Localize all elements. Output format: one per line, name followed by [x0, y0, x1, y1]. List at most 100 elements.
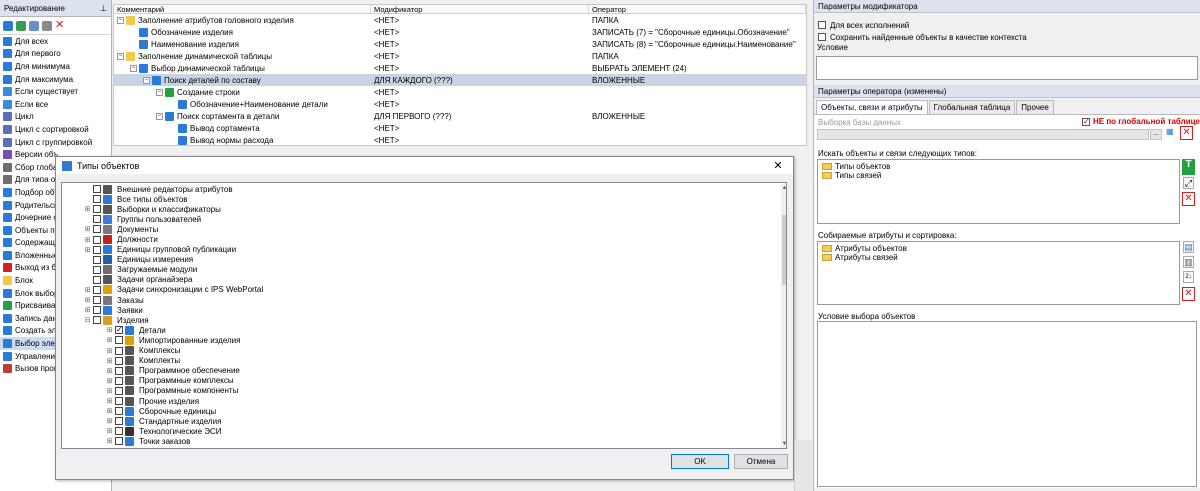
sort-attr-button[interactable]: 2↓: [1183, 271, 1194, 283]
tree-item-checkbox[interactable]: [93, 255, 101, 264]
remove-attr-button[interactable]: ✕: [1182, 287, 1195, 301]
palette-item[interactable]: Цикл с сортировкой: [0, 123, 111, 136]
tree-item-checkbox[interactable]: [115, 427, 123, 436]
save-found-checkbox-row[interactable]: Сохранить найденные объекты в качестве к…: [814, 31, 1200, 43]
expand-icon[interactable]: ⊞: [106, 336, 113, 344]
cell-operator[interactable]: ВЫБРАТЬ ЭЛЕМЕНТ (24): [589, 64, 804, 73]
cell-modifier[interactable]: ДЛЯ КАЖДОГО (???): [371, 76, 589, 85]
cell-operator[interactable]: ЗАПИСАТЬ (8) = "Сборочные единицы.Наимен…: [589, 40, 804, 49]
table-row[interactable]: − Заполнение атрибутов головного изделия <…: [114, 14, 806, 26]
add-icon[interactable]: [3, 20, 13, 31]
cell-modifier[interactable]: <НЕТ>: [371, 88, 589, 97]
column-header-modifier[interactable]: Модификатор: [371, 5, 589, 14]
tree-item-checkbox[interactable]: [115, 356, 123, 365]
tree-item-checkbox[interactable]: [115, 437, 123, 446]
not-global-checkbox[interactable]: ✓: [1082, 117, 1090, 126]
tree-item-checkbox[interactable]: [93, 235, 101, 244]
expand-icon[interactable]: ⊞: [106, 377, 113, 385]
tree-item-checkbox[interactable]: [93, 275, 101, 284]
expand-icon[interactable]: ⊞: [106, 437, 113, 445]
tree-item[interactable]: ⊞ Импортированные изделия: [62, 335, 786, 345]
tree-item[interactable]: Загружаемые модули: [62, 265, 786, 275]
library-icon[interactable]: ▦: [1166, 127, 1178, 141]
tree-item-checkbox[interactable]: [93, 316, 101, 325]
tree-item-checkbox[interactable]: [93, 296, 101, 305]
browse-button[interactable]: ...: [1150, 129, 1162, 140]
edit-type-button[interactable]: ⤢: [1183, 177, 1194, 189]
tree-item[interactable]: Группы пользователей: [62, 214, 786, 224]
expand-icon[interactable]: ⊞: [106, 357, 113, 365]
list-item[interactable]: Типы связей: [818, 171, 1179, 180]
table-row[interactable]: − Выбор динамической таблицы <НЕТ> ВЫБРАТЬ …: [114, 62, 806, 74]
table-row[interactable]: Наименование изделия <НЕТ> ЗАПИСАТЬ (8) = …: [114, 38, 806, 50]
cell-modifier[interactable]: <НЕТ>: [371, 136, 589, 145]
tree-item[interactable]: Внешние редакторы атрибутов: [62, 184, 786, 194]
expand-icon[interactable]: ⊞: [84, 225, 91, 233]
not-global-row[interactable]: ✓ НЕ по глобальной таблице: [1082, 117, 1200, 126]
expand-icon[interactable]: ⊞: [106, 407, 113, 415]
collapse-icon[interactable]: −: [130, 64, 137, 72]
tree-item-checkbox[interactable]: [93, 215, 101, 224]
copy-icon[interactable]: [29, 20, 39, 31]
table-row[interactable]: Обозначение+Наименование детали <НЕТ>: [114, 98, 806, 110]
select-condition-input[interactable]: [817, 321, 1197, 487]
clear-base-button[interactable]: ✕: [1180, 126, 1193, 140]
expand-icon[interactable]: ⊞: [106, 427, 113, 435]
tree-item-checkbox[interactable]: [115, 407, 123, 416]
expand-icon[interactable]: ⊟: [84, 316, 91, 324]
tree-item-checkbox[interactable]: [93, 285, 101, 294]
cell-modifier[interactable]: <НЕТ>: [371, 40, 589, 49]
grid-scrollbar[interactable]: [794, 440, 812, 491]
tree-item[interactable]: Все типы объектов: [62, 194, 786, 204]
tree-item[interactable]: Задачи органайзера: [62, 275, 786, 285]
scroll-up-icon[interactable]: ▲: [781, 185, 786, 191]
tree-item-checkbox[interactable]: [115, 366, 123, 375]
tree-item[interactable]: ⊞ Выборки и классификаторы: [62, 204, 786, 214]
palette-item[interactable]: Для всех: [0, 35, 111, 48]
expand-icon[interactable]: ⊞: [106, 387, 113, 395]
tree-item[interactable]: ⊞ Сборочные единицы: [62, 406, 786, 416]
tree-item[interactable]: ⊞ Заказы: [62, 295, 786, 305]
search-types-list[interactable]: Типы объектов Типы связей: [817, 159, 1180, 224]
expand-icon[interactable]: ⊞: [84, 306, 91, 314]
tree-item[interactable]: ⊞ Задачи синхронизации с IPS WebPortal: [62, 285, 786, 295]
collapse-icon[interactable]: −: [156, 112, 163, 120]
expand-icon[interactable]: ⊞: [106, 397, 113, 405]
collapse-icon[interactable]: −: [156, 88, 163, 96]
tree-item[interactable]: ⊞ Должности: [62, 234, 786, 245]
cell-modifier[interactable]: <НЕТ>: [371, 100, 589, 109]
save-found-checkbox[interactable]: [818, 33, 826, 41]
tree-item-checkbox[interactable]: [115, 336, 123, 345]
table-row[interactable]: Вывод нормы расхода <НЕТ>: [114, 134, 806, 146]
tab-other[interactable]: Прочее: [1016, 100, 1054, 114]
expand-icon[interactable]: ⊞: [84, 246, 91, 254]
cell-modifier[interactable]: <НЕТ>: [371, 16, 589, 25]
tree-item-checkbox[interactable]: [115, 376, 123, 385]
tree-item[interactable]: ⊞ Комплекты: [62, 356, 786, 366]
collapse-icon[interactable]: −: [117, 16, 124, 24]
palette-item[interactable]: Для первого: [0, 48, 111, 61]
remove-type-button[interactable]: ✕: [1182, 192, 1195, 206]
table-row[interactable]: − Поиск сортамента в детали ДЛЯ ПЕРВОГО (?…: [114, 110, 806, 122]
attrs-list[interactable]: Атрибуты объектов Атрибуты связей: [817, 241, 1180, 305]
cell-operator[interactable]: ВЛОЖЕННЫЕ: [589, 112, 804, 121]
for-all-checkbox-row[interactable]: Для всех исполнений: [814, 19, 1200, 31]
tab-global-table[interactable]: Глобальная таблица: [928, 100, 1016, 114]
cell-modifier[interactable]: ДЛЯ ПЕРВОГО (???): [371, 112, 589, 121]
tree-item[interactable]: Единицы измерения: [62, 255, 786, 265]
condition-input[interactable]: [816, 56, 1198, 80]
scroll-thumb[interactable]: [782, 215, 786, 285]
tree-item-checkbox[interactable]: [93, 205, 101, 214]
scroll-down-icon[interactable]: ▼: [781, 441, 786, 447]
collapse-icon[interactable]: −: [117, 52, 124, 60]
tree-item-checkbox[interactable]: [115, 397, 123, 406]
tree-item[interactable]: ⊞ Единицы групповой публикации: [62, 245, 786, 255]
expand-icon[interactable]: ⊞: [106, 417, 113, 425]
ok-button[interactable]: OK: [671, 454, 729, 469]
cell-modifier[interactable]: <НЕТ>: [371, 64, 589, 73]
tree-item[interactable]: ⊞ Точки заказов: [62, 436, 786, 446]
tree-item[interactable]: ⊞ Программные компоненты: [62, 386, 786, 396]
table-row[interactable]: − Поиск деталей по составу ДЛЯ КАЖДОГО (??…: [114, 74, 806, 86]
table-row[interactable]: − Создание строки <НЕТ>: [114, 86, 806, 98]
tree-item-checkbox[interactable]: [93, 225, 101, 234]
